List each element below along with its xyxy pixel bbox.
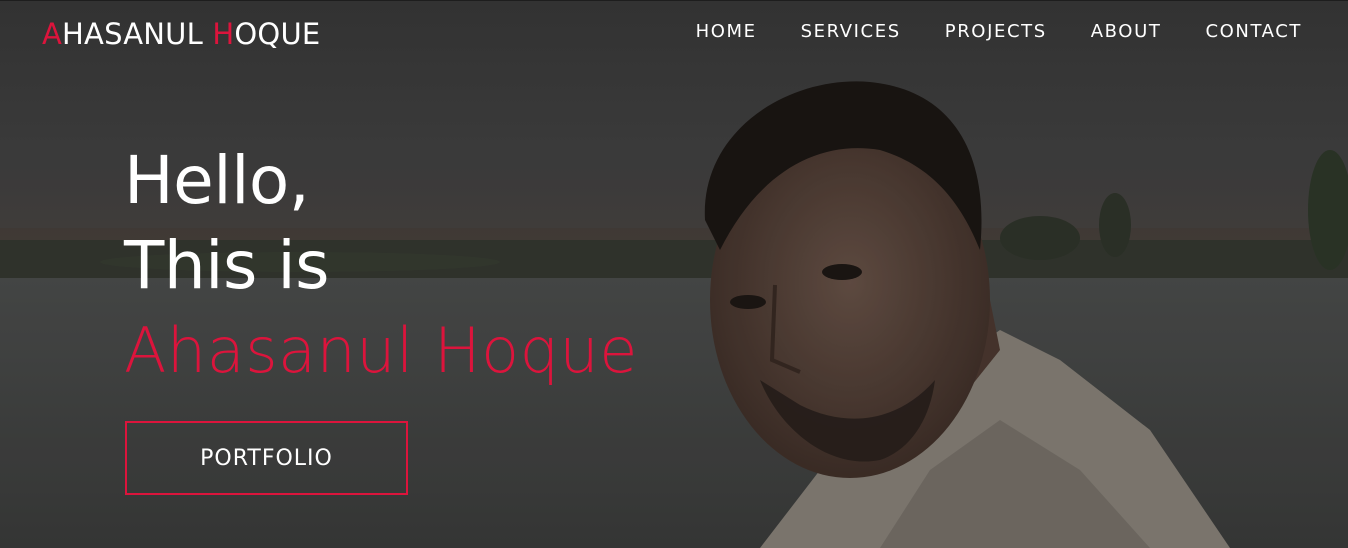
top-navbar: AHASANUL HOQUE HOME SERVICES PROJECTS AB… — [0, 0, 1348, 64]
hero-headline: Hello, This is Ahasanul Hoque — [124, 138, 638, 393]
portfolio-button[interactable]: PORTFOLIO — [125, 421, 408, 495]
nav-link-contact[interactable]: CONTACT — [1205, 21, 1302, 43]
logo-second-rest: OQUE — [234, 17, 321, 51]
hero-intro: This is — [124, 227, 330, 304]
nav-menu: HOME SERVICES PROJECTS ABOUT CONTACT — [652, 21, 1302, 43]
site-logo[interactable]: AHASANUL HOQUE — [42, 17, 320, 51]
logo-first-initial: A — [42, 17, 63, 51]
nav-link-about[interactable]: ABOUT — [1091, 21, 1162, 43]
hero-name: Ahasanul Hoque — [124, 314, 638, 387]
nav-link-services[interactable]: SERVICES — [801, 21, 901, 43]
nav-link-projects[interactable]: PROJECTS — [945, 21, 1047, 43]
hero-section: AHASANUL HOQUE HOME SERVICES PROJECTS AB… — [0, 0, 1348, 548]
logo-first-rest: HASANUL — [62, 17, 213, 51]
hero-greeting: Hello, — [124, 142, 310, 219]
logo-second-initial: H — [212, 17, 235, 51]
nav-link-home[interactable]: HOME — [696, 21, 757, 43]
